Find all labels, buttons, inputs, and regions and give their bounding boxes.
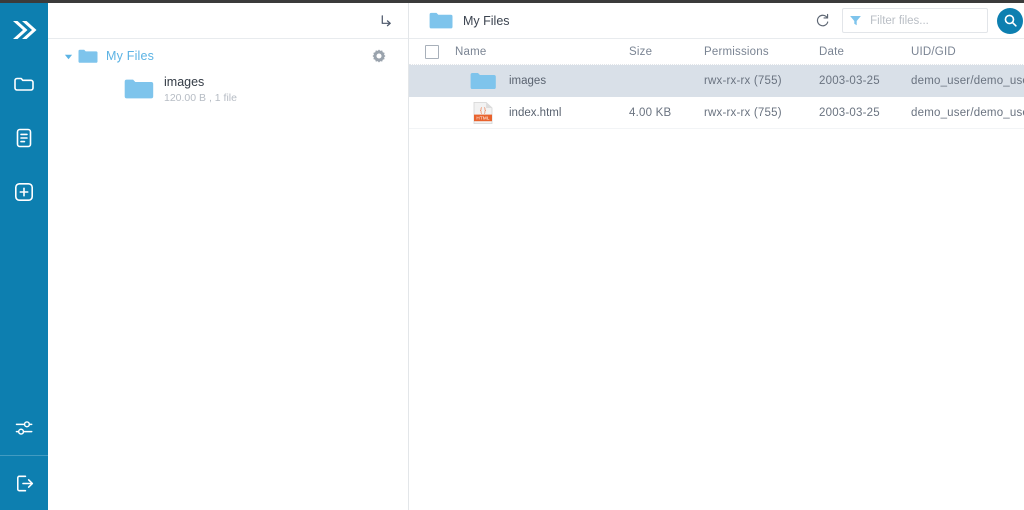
plus-square-icon	[14, 182, 33, 201]
column-header-date[interactable]: Date	[819, 46, 911, 58]
tree-body: My Files images 120.00 B , 1 file	[48, 39, 408, 106]
filter-funnel-icon	[849, 14, 862, 27]
html-file-icon: { } HTML	[469, 101, 497, 125]
main-panel: My Files Filter files... Name Size Permi…	[409, 0, 1024, 510]
main-header: My Files	[409, 3, 1024, 39]
tree-item-text: images 120.00 B , 1 file	[164, 75, 237, 106]
sidebar-item-settings[interactable]	[0, 401, 48, 455]
folder-icon	[78, 48, 98, 64]
folder-icon	[429, 11, 453, 30]
row-name-cell: images	[455, 71, 629, 91]
tree-item-label: images	[164, 75, 205, 89]
row-name-cell: { } HTML index.html	[455, 101, 629, 125]
search-button[interactable]	[997, 7, 1024, 34]
folder-icon	[469, 71, 497, 91]
select-all-cell[interactable]	[409, 44, 455, 59]
gear-icon[interactable]	[372, 49, 386, 63]
tree-item-meta: 120.00 B , 1 file	[164, 92, 237, 104]
tree-panel: My Files images 120.00 B , 1 file	[48, 0, 409, 510]
file-manager-app: My Files images 120.00 B , 1 file My Fil…	[0, 0, 1024, 510]
row-uidgid: demo_user/demo_user	[911, 74, 1024, 87]
sidebar	[0, 0, 48, 510]
table-header-row: Name Size Permissions Date UID/GID	[409, 39, 1024, 65]
folder-icon	[124, 77, 154, 101]
enter-arrow-icon[interactable]	[379, 13, 394, 28]
tree-item-label: My Files	[106, 49, 155, 63]
document-icon	[16, 128, 32, 148]
tree-panel-header	[48, 3, 408, 39]
sidebar-item-editor[interactable]	[0, 111, 48, 165]
column-header-size[interactable]: Size	[629, 46, 704, 58]
column-header-uidgid[interactable]: UID/GID	[911, 46, 1024, 58]
row-uidgid: demo_user/demo_user	[911, 106, 1024, 119]
row-date: 2003-03-25	[819, 106, 880, 119]
table-row[interactable]: images rwx-rx-rx (755) 2003-03-25 demo_u…	[409, 65, 1024, 97]
filter-files-box[interactable]	[842, 8, 989, 33]
sidebar-item-logout[interactable]	[0, 456, 48, 510]
sidebar-item-new[interactable]	[0, 165, 48, 219]
sidebar-item-files[interactable]	[0, 57, 48, 111]
svg-text:HTML: HTML	[476, 115, 490, 120]
row-date: 2003-03-25	[819, 74, 880, 87]
column-header-name[interactable]: Name	[455, 46, 629, 58]
search-icon	[1004, 14, 1017, 27]
svg-text:{ }: { }	[480, 107, 487, 114]
page-title: My Files	[463, 13, 510, 28]
tree-item-images[interactable]: images 120.00 B , 1 file	[48, 75, 408, 106]
row-name-label: images	[509, 74, 547, 87]
table-row[interactable]: { } HTML index.html 4.00 KB rwx-rx-rx (7…	[409, 97, 1024, 129]
settings-sliders-icon	[15, 421, 33, 435]
caret-down-icon[interactable]	[60, 52, 76, 61]
row-permissions: rwx-rx-rx (755)	[704, 74, 782, 87]
double-chevron-icon	[13, 21, 37, 39]
window-top-strip	[0, 0, 1024, 3]
double-chevron-logo[interactable]	[0, 3, 48, 57]
tree-item-my-files[interactable]: My Files	[48, 43, 408, 69]
files-table: Name Size Permissions Date UID/GID image…	[409, 39, 1024, 129]
row-permissions: rwx-rx-rx (755)	[704, 106, 782, 119]
row-size: 4.00 KB	[629, 106, 672, 119]
filter-files-input[interactable]	[870, 14, 982, 27]
folder-icon	[14, 77, 34, 91]
logout-icon	[16, 475, 33, 491]
column-header-permissions[interactable]: Permissions	[704, 46, 819, 58]
select-all-checkbox[interactable]	[425, 44, 439, 59]
refresh-icon[interactable]	[810, 9, 834, 33]
row-name-label: index.html	[509, 106, 562, 119]
